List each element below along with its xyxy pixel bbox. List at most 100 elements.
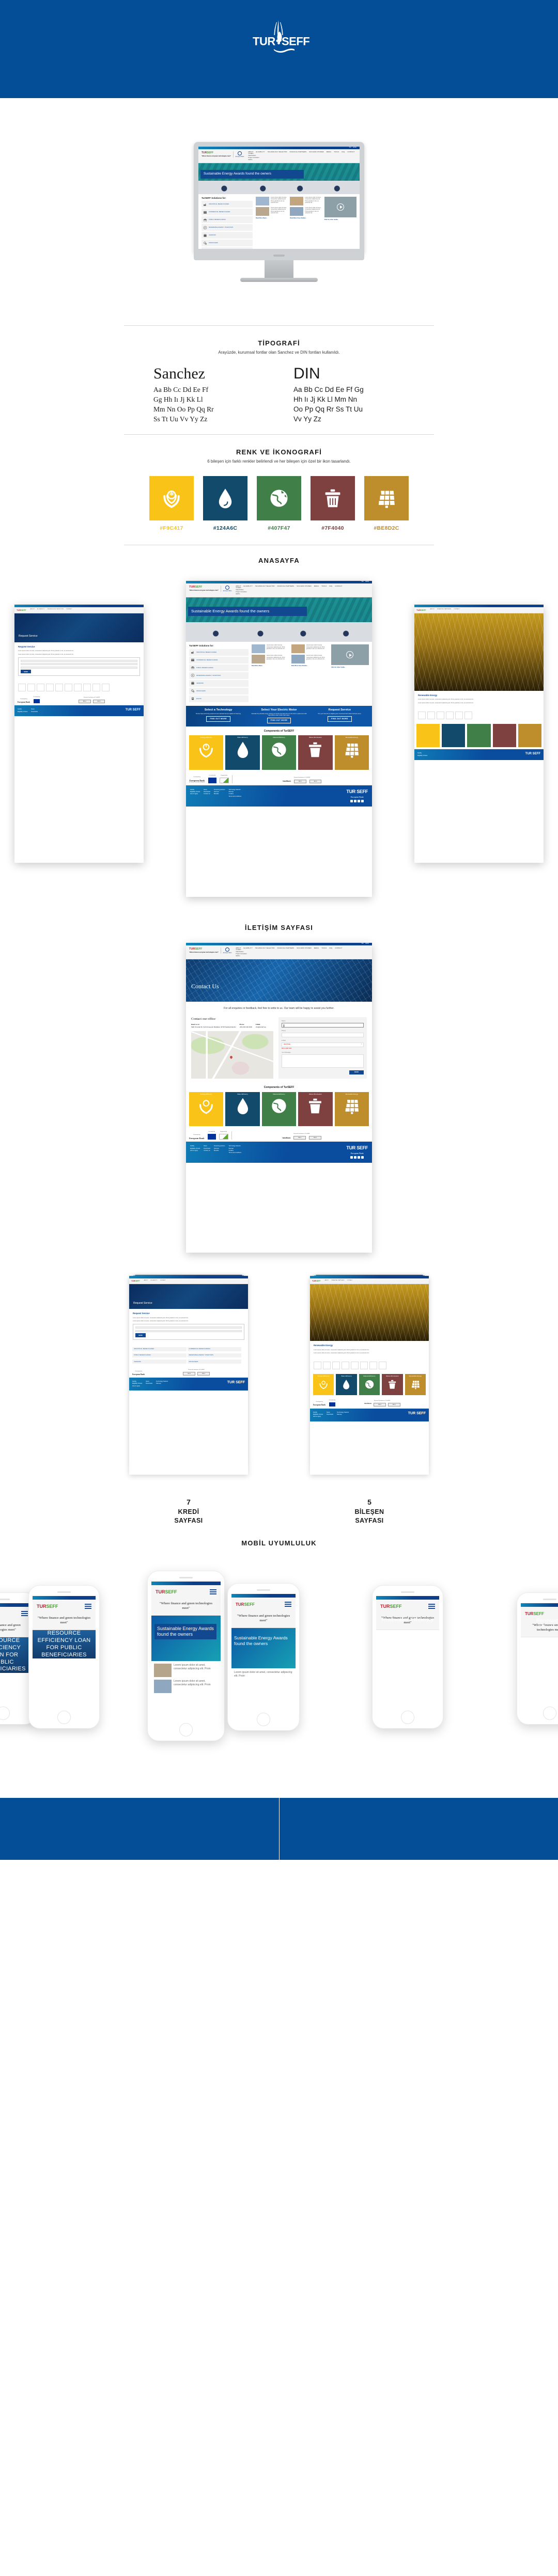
- nav-item[interactable]: SUCCESS STORIES: [297, 947, 312, 949]
- footer-link[interactable]: Contact us: [204, 1150, 210, 1152]
- tech-icon[interactable]: [83, 684, 91, 692]
- nav-item[interactable]: FINANCIAL PARTNERS: [437, 609, 451, 610]
- tech-icon[interactable]: [46, 684, 54, 692]
- email-value[interactable]: info@turseff.org: [256, 1026, 266, 1028]
- footer-link[interactable]: Terms and conditions: [229, 796, 242, 798]
- read-more-news-link[interactable]: Read More News..: [252, 665, 289, 667]
- play-icon[interactable]: [336, 203, 344, 211]
- screen-preview-homepage[interactable]: TR ENG TURSEFF "Where finance and green …: [186, 580, 372, 897]
- nav-item[interactable]: ELIGIBILITY: [150, 1280, 157, 1282]
- nav-item[interactable]: SUCCESS STORIES: [297, 586, 312, 587]
- deck-card-front[interactable]: TURSEFF ABOUT FINANCIAL PARTNERS CONTACT…: [310, 1275, 429, 1475]
- footer-link[interactable]: Technology Selector: [229, 1145, 242, 1147]
- subnav-item[interactable]: GEFFs: [248, 159, 354, 161]
- nav-item[interactable]: FINANCIAL PARTNERS: [277, 947, 295, 949]
- nav-item[interactable]: TECHNOLOGY SELECTOR: [255, 586, 275, 587]
- header-brand[interactable]: TURSEFF "Where finance and green technol…: [189, 947, 231, 954]
- tech-icon[interactable]: [464, 711, 472, 719]
- m-banner[interactable]: RESOURCE EFFICIENCY LOAN FOR PUBLIC BENE…: [0, 1637, 32, 1673]
- lang-tr[interactable]: TR: [361, 581, 363, 583]
- phone-mockup-6[interactable]: TURSEFF "Where finance and green technol…: [517, 1592, 558, 1725]
- footer-link[interactable]: Downloads: [204, 791, 210, 793]
- tech-icon[interactable]: [323, 1362, 331, 1370]
- main-nav[interactable]: ABOUT FINANCIAL PARTNERS CONTACT: [325, 1280, 353, 1282]
- nav-item[interactable]: ABOUT: [30, 609, 35, 610]
- play-icon[interactable]: [346, 651, 354, 659]
- component-waste-minimisation[interactable]: Waste Minimisation: [298, 735, 333, 770]
- contact-form[interactable]: Name Phone E-Mail abc@aaa ! Not a valid …: [278, 1017, 367, 1079]
- component-renewable-energy[interactable]: Renewable Energy: [405, 1374, 426, 1395]
- header-brand[interactable]: TURSEFF "Where finance and green technol…: [189, 585, 231, 592]
- form-field[interactable]: [135, 1330, 242, 1332]
- tech-icon[interactable]: [332, 1362, 340, 1370]
- form-message-textarea[interactable]: [282, 1054, 364, 1068]
- tech-icon[interactable]: [342, 1362, 349, 1370]
- nav-item[interactable]: TOOLS: [334, 151, 339, 153]
- solution-item-industrial[interactable]: INDUSTRIAL BENEFICIARIES: [202, 201, 253, 208]
- solution-item-public[interactable]: PUBLIC BENEFICIARIES: [189, 664, 249, 671]
- component-waste-minimisation[interactable]: Waste Minimisation: [298, 1092, 333, 1127]
- other-media-link[interactable]: Click for other media..: [324, 219, 357, 220]
- request-form[interactable]: SEND: [18, 657, 140, 676]
- m-news-item[interactable]: Lorem ipsum dolor sit amet, consectetur …: [154, 1679, 218, 1693]
- tech-icon[interactable]: [27, 684, 35, 692]
- footer-link[interactable]: How to apply: [190, 1150, 200, 1152]
- twitter-icon[interactable]: [358, 1156, 361, 1159]
- phone-home-button[interactable]: [179, 1723, 193, 1737]
- footer-link[interactable]: Contact us: [204, 793, 210, 795]
- solution-item-vendors[interactable]: VENDORS: [189, 679, 249, 687]
- nav-item[interactable]: FAQ: [342, 151, 345, 153]
- form-email-input[interactable]: abc@aaa !: [282, 1042, 364, 1047]
- phone-mockup-3[interactable]: TURSEFF "Where finance and green technol…: [147, 1571, 225, 1742]
- form-phone-input[interactable]: [282, 1032, 364, 1037]
- tech-icon[interactable]: [18, 684, 26, 692]
- footer-link[interactable]: Sitemap: [337, 1414, 349, 1416]
- footer-link[interactable]: Downloads: [327, 1414, 333, 1416]
- footer-link[interactable]: Benefits: [214, 1150, 225, 1152]
- cta-button[interactable]: FIND OUT MORE: [206, 716, 230, 722]
- nav-item[interactable]: TECHNOLOGY SELECTOR: [255, 947, 275, 949]
- nav-item[interactable]: ELIGIBILITY: [244, 586, 253, 587]
- tech-icon[interactable]: [446, 711, 454, 719]
- tech-icon[interactable]: [55, 684, 63, 692]
- case-item[interactable]: Lorem ipsum dolor sit amet, consectetur …: [291, 644, 329, 654]
- footer-link[interactable]: How to apply: [190, 793, 200, 795]
- footer-link[interactable]: Downloads: [146, 1383, 152, 1385]
- phone-home-button[interactable]: [257, 1713, 270, 1727]
- hamburger-menu-icon[interactable]: [21, 1610, 28, 1618]
- m-news-item[interactable]: Lorem ipsum dolor sit amet, consectetur …: [154, 1663, 218, 1677]
- component-material-efficiency[interactable]: Material Efficiency: [359, 1374, 380, 1395]
- read-more-cases-link[interactable]: Read More Case Studies..: [291, 665, 329, 667]
- nav-item[interactable]: CONTACT: [347, 151, 354, 153]
- footer-link[interactable]: Sitemap: [156, 1383, 168, 1385]
- phone-home-button[interactable]: [543, 1706, 556, 1720]
- phone-home-button[interactable]: [57, 1711, 71, 1725]
- read-more-cases-link[interactable]: Read More Case Studies..: [290, 217, 322, 219]
- lang-eng[interactable]: ENG: [353, 147, 357, 149]
- nav-item[interactable]: CONTACT: [66, 609, 72, 610]
- phone-value[interactable]: +90 (216) 340 0020: [239, 1026, 252, 1028]
- component-renewable-energy[interactable]: Renewable Energy: [334, 1092, 369, 1127]
- map-embed[interactable]: [191, 1031, 273, 1079]
- tech-icon[interactable]: [37, 684, 44, 692]
- tech-icon[interactable]: [455, 711, 463, 719]
- tech-icon[interactable]: [437, 711, 444, 719]
- nav-item[interactable]: ELIGIBILITY: [256, 151, 265, 153]
- nav-item[interactable]: CONTACT: [347, 1280, 353, 1282]
- footer-link[interactable]: Benefits: [214, 793, 225, 795]
- subnav-item[interactable]: GEFFs: [236, 593, 342, 595]
- component-renewable-energy[interactable]: [518, 723, 542, 748]
- component-water-efficiency[interactable]: Water Efficiency: [225, 735, 260, 770]
- news-item[interactable]: Lorem ipsum dolor sit amet, consectetur …: [251, 655, 289, 664]
- read-more-news-link[interactable]: Read More News..: [256, 217, 288, 219]
- nav-item[interactable]: CONTACT: [335, 586, 342, 587]
- footer-link[interactable]: How to apply: [313, 1416, 323, 1418]
- hero-slider[interactable]: Sustainable Energy Awards found the owne…: [186, 597, 372, 642]
- social-links[interactable]: [346, 799, 368, 802]
- form-send-button[interactable]: SEND: [349, 1070, 364, 1075]
- component-energy-efficiency[interactable]: [416, 723, 440, 748]
- component-waste-minimisation[interactable]: [492, 723, 516, 748]
- nav-item[interactable]: TECHNOLOGY SELECTOR: [268, 151, 287, 153]
- main-nav[interactable]: ABOUT ELIGIBILITY TECHNOLOGY SELECTOR FI…: [236, 947, 342, 949]
- nav-item[interactable]: FAQ: [329, 947, 332, 949]
